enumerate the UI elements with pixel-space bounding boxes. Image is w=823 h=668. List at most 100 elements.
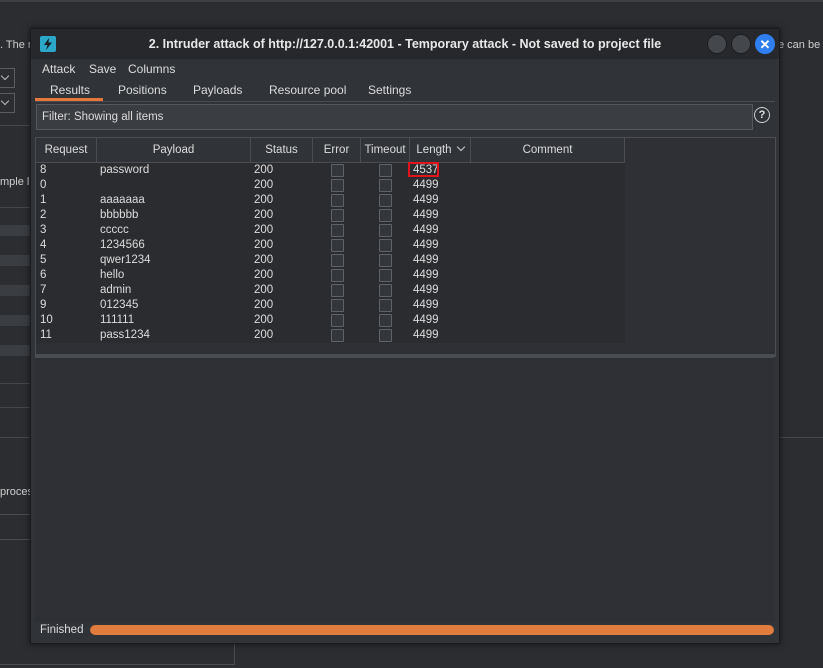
cell-request: 6 xyxy=(40,269,47,281)
error-checkbox[interactable] xyxy=(331,164,344,177)
cell-request: 7 xyxy=(40,284,47,296)
minimize-button[interactable] xyxy=(707,34,727,54)
cell-request: 10 xyxy=(40,314,53,326)
cell-payload: 111111 xyxy=(100,314,135,326)
error-checkbox[interactable] xyxy=(331,224,344,237)
timeout-checkbox[interactable] xyxy=(379,284,392,297)
timeout-checkbox[interactable] xyxy=(379,224,392,237)
tab-settings[interactable]: Settings xyxy=(368,83,411,97)
error-checkbox[interactable] xyxy=(331,254,344,267)
background-divider xyxy=(0,207,30,208)
table-row[interactable]: 11 pass1234 200 4499 xyxy=(36,328,625,343)
error-checkbox[interactable] xyxy=(331,269,344,282)
cell-payload: ccccc xyxy=(100,224,129,236)
table-row[interactable]: 3 ccccc 200 4499 xyxy=(36,223,625,238)
cell-length: 4499 xyxy=(413,209,439,221)
timeout-checkbox[interactable] xyxy=(379,269,392,282)
table-row[interactable]: 8 password 200 4537 xyxy=(36,162,625,178)
cell-request: 8 xyxy=(40,164,47,176)
window-title: 2. Intruder attack of http://127.0.0.1:4… xyxy=(148,37,662,51)
cell-request: 4 xyxy=(40,239,47,251)
timeout-checkbox[interactable] xyxy=(379,299,392,312)
background-divider xyxy=(0,383,30,384)
results-table: Request Payload Status Error Timeout Len… xyxy=(35,137,776,357)
background-box xyxy=(0,514,32,540)
table-row[interactable]: 1 aaaaaaa 200 4499 xyxy=(36,193,625,208)
cell-status: 200 xyxy=(254,224,274,236)
timeout-checkbox[interactable] xyxy=(379,179,392,192)
cell-payload: admin xyxy=(100,284,132,296)
cell-status: 200 xyxy=(254,284,274,296)
error-checkbox[interactable] xyxy=(331,329,344,342)
timeout-checkbox[interactable] xyxy=(379,194,392,207)
table-row[interactable]: 2 bbbbbb 200 4499 xyxy=(36,208,625,223)
timeout-checkbox[interactable] xyxy=(379,164,392,177)
close-button[interactable]: ✕ xyxy=(755,34,775,54)
menu-columns[interactable]: Columns xyxy=(128,62,175,76)
help-icon[interactable]: ? xyxy=(754,107,770,123)
tab-payloads[interactable]: Payloads xyxy=(193,83,242,97)
status-text: Finished xyxy=(40,624,84,636)
column-header-comment[interactable]: Comment xyxy=(471,138,625,162)
table-divider[interactable] xyxy=(36,354,775,356)
cell-status: 200 xyxy=(254,269,274,281)
title-bar[interactable]: 2. Intruder attack of http://127.0.0.1:4… xyxy=(31,29,779,59)
table-row[interactable]: 9 012345 200 4499 xyxy=(36,298,625,313)
cell-status: 200 xyxy=(254,209,274,221)
cell-length: 4499 xyxy=(413,239,439,251)
error-checkbox[interactable] xyxy=(331,284,344,297)
table-row[interactable]: 10 111111 200 4499 xyxy=(36,313,625,328)
table-header: Request Payload Status Error Timeout Len… xyxy=(36,138,625,163)
cell-request: 0 xyxy=(40,179,47,191)
cell-payload: pass1234 xyxy=(100,329,150,341)
cell-request: 1 xyxy=(40,194,47,206)
error-checkbox[interactable] xyxy=(331,209,344,222)
cell-length: 4499 xyxy=(413,254,439,266)
cell-request: 3 xyxy=(40,224,47,236)
tab-results[interactable]: Results xyxy=(50,83,90,97)
menu-attack[interactable]: Attack xyxy=(42,62,75,76)
filter-bar[interactable]: Filter: Showing all items xyxy=(36,104,753,130)
column-header-length[interactable]: Length xyxy=(410,138,471,162)
error-checkbox[interactable] xyxy=(331,299,344,312)
tab-positions[interactable]: Positions xyxy=(118,83,167,97)
tab-bar: Results Positions Payloads Resource pool… xyxy=(35,79,775,102)
table-row[interactable]: 4 1234566 200 4499 xyxy=(36,238,625,253)
timeout-checkbox[interactable] xyxy=(379,329,392,342)
column-header-payload[interactable]: Payload xyxy=(97,138,251,162)
active-tab-indicator xyxy=(35,98,103,101)
column-header-error[interactable]: Error xyxy=(313,138,361,162)
tab-resource-pool[interactable]: Resource pool xyxy=(269,83,346,97)
close-icon: ✕ xyxy=(759,36,771,52)
table-row[interactable]: 6 hello 200 4499 xyxy=(36,268,625,283)
background-text-fragment: proces xyxy=(0,486,34,498)
timeout-checkbox[interactable] xyxy=(379,239,392,252)
cell-payload: hello xyxy=(100,269,125,281)
error-checkbox[interactable] xyxy=(331,239,344,252)
error-checkbox[interactable] xyxy=(331,194,344,207)
background-dropdown xyxy=(0,93,15,113)
timeout-checkbox[interactable] xyxy=(379,314,392,327)
cell-status: 200 xyxy=(254,239,274,251)
cell-length: 4499 xyxy=(413,314,439,326)
menu-save[interactable]: Save xyxy=(89,62,116,76)
cell-request: 2 xyxy=(40,209,47,221)
maximize-button[interactable] xyxy=(731,34,751,54)
background-list-row xyxy=(0,285,30,296)
table-row[interactable]: 0 200 4499 xyxy=(36,178,625,193)
background-divider xyxy=(0,407,30,408)
table-row[interactable]: 5 qwer1234 200 4499 xyxy=(36,253,625,268)
column-header-timeout[interactable]: Timeout xyxy=(361,138,410,162)
timeout-checkbox[interactable] xyxy=(379,254,392,267)
column-header-status[interactable]: Status xyxy=(251,138,313,162)
cell-length: 4499 xyxy=(413,269,439,281)
request-response-pane xyxy=(35,357,774,622)
column-header-request[interactable]: Request xyxy=(36,138,97,162)
timeout-checkbox[interactable] xyxy=(379,209,392,222)
table-row[interactable]: 7 admin 200 4499 xyxy=(36,283,625,298)
error-checkbox[interactable] xyxy=(331,179,344,192)
error-checkbox[interactable] xyxy=(331,314,344,327)
background-text-fragment: mple li xyxy=(0,176,32,188)
cell-length: 4499 xyxy=(413,224,439,236)
cell-status: 200 xyxy=(254,329,274,341)
